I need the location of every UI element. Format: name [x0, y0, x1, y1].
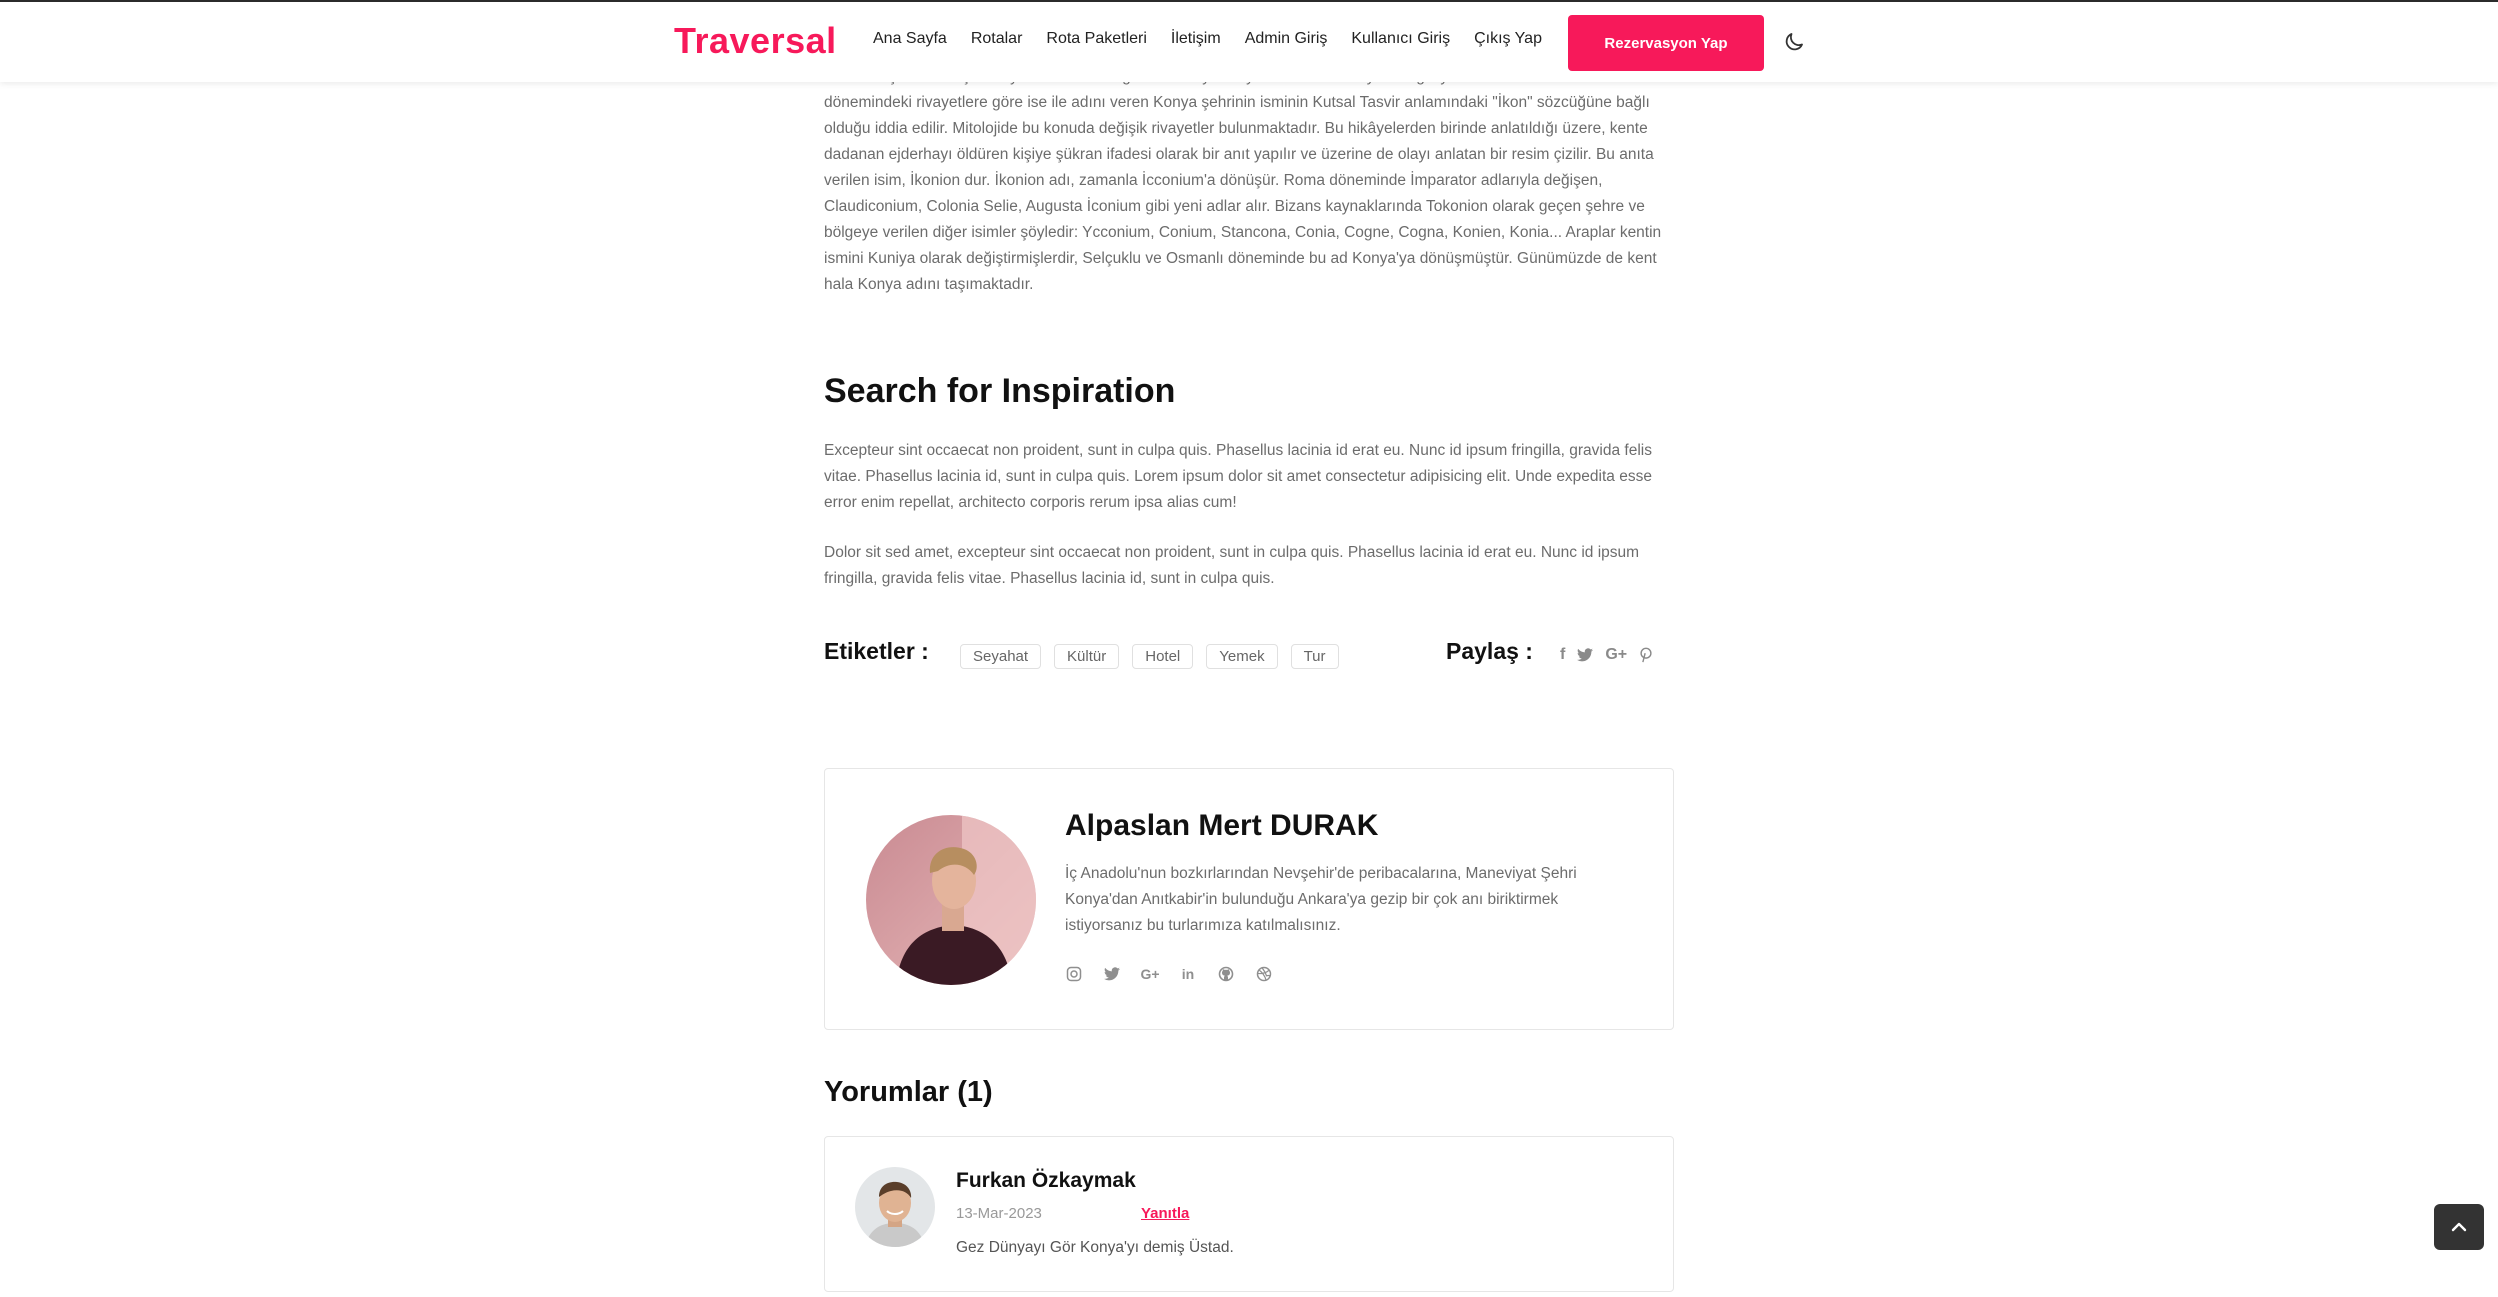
google-plus-icon[interactable]: G+	[1140, 965, 1159, 983]
intro-paragraph: adlarının şehrin Hititçe ismiyle olan be…	[824, 68, 1662, 293]
comment-date: 13-Mar-2023	[956, 1205, 1042, 1222]
twitter-icon[interactable]	[1577, 648, 1594, 662]
reservation-button[interactable]: Rezervasyon Yap	[1568, 15, 1764, 71]
comment-text: Gez Dünyayı Gör Konya'yı demiş Üstad.	[956, 1239, 1234, 1256]
paragraph-1: Excepteur sint occaecat non proident, su…	[824, 442, 1652, 511]
scroll-to-top-button[interactable]	[2434, 1204, 2484, 1250]
nav-rotalar[interactable]: Rotalar	[971, 30, 1023, 48]
linkedin-icon[interactable]: in	[1179, 965, 1197, 983]
tag-seyahat[interactable]: Seyahat	[960, 644, 1042, 669]
tag-list: Seyahat Kültür Hotel Yemek Tur	[960, 644, 1339, 669]
comment-card: Furkan Özkaymak 13-Mar-2023 Yanıtla Gez …	[824, 1136, 1674, 1292]
tags-share-row: Etiketler : Seyahat Kültür Hotel Yemek T…	[824, 638, 1672, 678]
nav-admin-giris[interactable]: Admin Giriş	[1245, 30, 1328, 48]
nav-rota-paketleri[interactable]: Rota Paketleri	[1046, 30, 1147, 48]
dribbble-icon[interactable]	[1255, 965, 1273, 983]
tag-tur[interactable]: Tur	[1290, 644, 1339, 669]
instagram-icon[interactable]	[1065, 965, 1083, 983]
author-avatar	[866, 815, 1036, 985]
commenter-avatar	[855, 1167, 935, 1247]
nav-kullanici-giris[interactable]: Kullanıcı Giriş	[1351, 30, 1450, 48]
tag-yemek[interactable]: Yemek	[1206, 644, 1278, 669]
moon-icon[interactable]	[1782, 30, 1806, 54]
share-icons: f G+	[1560, 646, 1653, 664]
twitter-icon[interactable]	[1103, 965, 1121, 983]
commenter-name: Furkan Özkaymak	[956, 1169, 1136, 1192]
tag-kultur[interactable]: Kültür	[1054, 644, 1120, 669]
comments-title: Yorumlar (1)	[824, 1076, 993, 1108]
share-label: Paylaş :	[1446, 638, 1533, 664]
tags-label: Etiketler :	[824, 638, 929, 664]
facebook-icon[interactable]: f	[1560, 646, 1565, 664]
section-title: Search for Inspiration	[824, 372, 1176, 410]
google-plus-icon[interactable]: G+	[1605, 646, 1627, 664]
author-card: Alpaslan Mert DURAK İç Anadolu'nun bozkı…	[824, 768, 1674, 1030]
chevron-up-icon	[2451, 1222, 2467, 1232]
author-social-links: G+ in	[1065, 965, 1273, 983]
tag-hotel[interactable]: Hotel	[1132, 644, 1194, 669]
paragraph-2: Dolor sit sed amet, excepteur sint occae…	[824, 544, 1640, 587]
nav-iletisim[interactable]: İletişim	[1171, 30, 1221, 48]
author-bio: İç Anadolu'nun bozkırlarından Nevşehir'd…	[1065, 865, 1577, 934]
nav-cikis-yap[interactable]: Çıkış Yap	[1474, 30, 1542, 48]
reply-link[interactable]: Yanıtla	[1141, 1205, 1189, 1222]
main-nav: Ana Sayfa Rotalar Rota Paketleri İletişi…	[873, 30, 1566, 48]
brand-logo[interactable]: Traversal	[674, 20, 837, 62]
author-name: Alpaslan Mert DURAK	[1065, 809, 1379, 842]
nav-ana-sayfa[interactable]: Ana Sayfa	[873, 30, 947, 48]
github-icon[interactable]	[1217, 965, 1235, 983]
site-header: Traversal Ana Sayfa Rotalar Rota Paketle…	[0, 0, 2498, 82]
pinterest-icon[interactable]	[1639, 647, 1653, 663]
